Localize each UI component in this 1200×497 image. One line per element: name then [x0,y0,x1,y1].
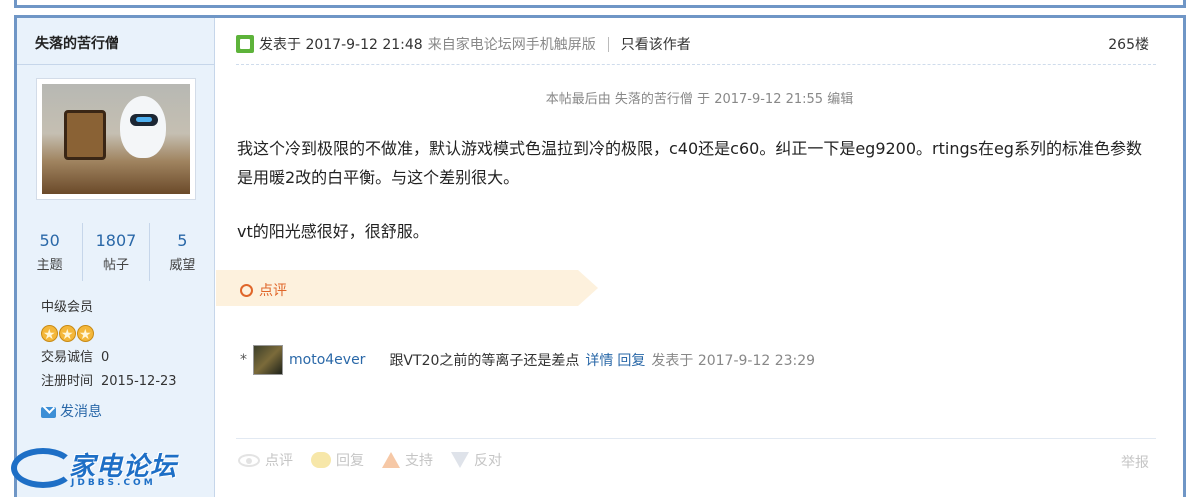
meta-separator [607,36,609,52]
commenter-name[interactable]: moto4ever [289,352,365,368]
post-paragraph: vt的阳光感很好，很舒服。 [237,222,429,241]
post-content: 我这个冷到极限的不做准，默认游戏模式色温拉到冷的极限，c40还是c60。纠正一下… [237,134,1157,271]
speech-bubble-icon [311,452,331,468]
stat-label: 威望 [169,258,196,273]
comment-button[interactable]: 点评 [238,450,293,470]
comment-time: 发表于 2017-9-12 23:29 [651,353,816,369]
author-header: 失落的苦行僧 [17,18,214,65]
only-author-link[interactable]: 只看该作者 [621,34,691,54]
trade-credit-value: 0 [101,350,110,365]
post-time: 发表于 2017-9-12 21:48 [259,37,423,53]
commenter-avatar[interactable] [253,345,283,375]
oppose-button-label: 反对 [474,453,502,469]
avatar-frame[interactable] [36,78,196,200]
comment-text: 跟VT20之前的等离子还是差点 [389,353,580,369]
actions-divider [236,438,1156,439]
reply-button-label: 回复 [336,453,364,469]
stat-label: 帖子 [102,258,129,273]
edited-note: 本帖最后由 失落的苦行僧 于 2017-9-12 21:55 编辑 [545,92,854,107]
logo-subtext: JDBBS.COM [71,478,156,488]
star-icon [77,323,94,347]
star-icon [41,323,58,347]
author-rank: 中级会员 [41,300,94,315]
report-button[interactable]: 举报 [1121,452,1149,472]
review-comment: * moto4ever 跟VT20之前的等离子还是差点 详情 回复 发表于 20… [240,345,815,375]
stat-label: 主题 [36,258,63,273]
comment-bullet: * [240,352,247,368]
forum-post: 失落的苦行僧 50 主题 1807 帖子 5 威望 中级会员 ★ ★ ★ 交易诚… [11,15,1186,497]
comment-detail-link[interactable]: 详情 [585,350,613,370]
reply-button[interactable]: 回复 [311,450,364,470]
trade-credit-label: 交易诚信 [41,350,94,365]
avatar[interactable] [42,84,190,194]
review-header-inner: 点评 [240,280,287,300]
register-time-label: 注册时间 [41,374,94,389]
oppose-button[interactable]: 反对 [451,450,502,470]
stat-prestige[interactable]: 5 威望 [150,223,215,281]
trade-credit-row: 交易诚信 0 [41,346,177,370]
site-logo: 家电论坛 JDBBS.COM [11,446,191,492]
author-sidebar: 失落的苦行僧 50 主题 1807 帖子 5 威望 中级会员 ★ ★ ★ 交易诚… [11,18,215,497]
support-button-label: 支持 [405,453,433,469]
author-name[interactable]: 失落的苦行僧 [35,36,119,52]
send-message-label: 发消息 [60,404,102,420]
send-message-link[interactable]: 发消息 [41,400,177,424]
floor-number[interactable]: 265楼 [1108,34,1149,54]
eye-icon [238,453,260,467]
stat-value: 5 [177,231,188,250]
post-meta: 发表于 2017-9-12 21:48 来自家电论坛网手机触屏版 只看该作者 [236,34,691,54]
arrow-up-icon [382,452,400,468]
avatar-eve-eye-shape [130,114,158,126]
logo-swirl-icon [11,448,75,488]
stat-value: 1807 [95,231,137,250]
avatar-eve-shape [120,96,166,158]
post-paragraph: 我这个冷到极限的不做准，默认游戏模式色温拉到冷的极限，c40还是c60。纠正一下… [237,139,1142,187]
stat-value: 50 [39,231,60,250]
star-icon [59,323,76,347]
post-source: 来自家电论坛网手机触屏版 [427,37,596,53]
register-time-value: 2015-12-23 [101,374,177,389]
support-button[interactable]: 支持 [382,450,433,470]
mail-icon [41,406,56,418]
stat-posts[interactable]: 1807 帖子 [83,223,150,281]
meta-divider [236,64,1156,65]
avatar-robot-shape [64,110,106,160]
post-actions: 点评 回复 支持 反对 [238,450,502,470]
mobile-post-icon [236,35,254,53]
review-header: 点评 [216,270,598,306]
comment-reply-link[interactable]: 回复 [617,350,645,370]
post-main: 发表于 2017-9-12 21:48 来自家电论坛网手机触屏版 只看该作者 2… [216,18,1183,497]
ring-icon [240,283,253,297]
arrow-down-icon [451,452,469,468]
rank-stars [41,322,177,347]
stat-topics[interactable]: 50 主题 [17,223,84,281]
review-header-label: 点评 [259,283,287,299]
author-stats: 50 主题 1807 帖子 5 威望 [17,223,215,281]
author-info: 中级会员 交易诚信 0 注册时间 2015-12-23 发消息 [41,296,177,424]
register-time-row: 注册时间 2015-12-23 [41,370,177,394]
previous-post-frame [14,0,1186,8]
comment-button-label: 点评 [265,453,293,469]
